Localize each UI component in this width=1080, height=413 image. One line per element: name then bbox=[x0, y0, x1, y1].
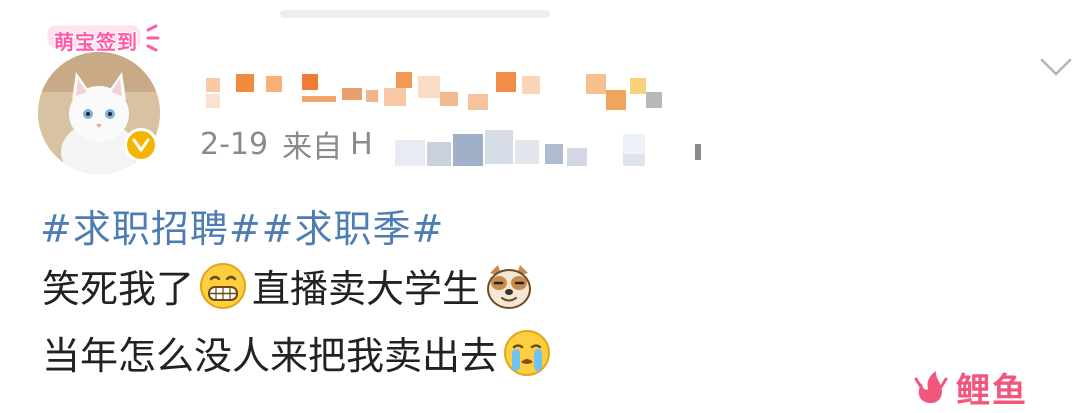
badge-text: 萌宝签到 bbox=[54, 30, 138, 54]
mosaic-redaction bbox=[395, 130, 701, 166]
post-text: 当年怎么没人来把我卖出去 bbox=[42, 334, 499, 378]
watermark: 鲤鱼 bbox=[910, 365, 1028, 411]
doge-emoji-icon bbox=[484, 261, 534, 311]
post-date: 2-19 bbox=[200, 126, 269, 162]
username-blurred[interactable] bbox=[206, 70, 666, 116]
more-menu-button[interactable] bbox=[1040, 56, 1072, 78]
post-source-label: 来自 bbox=[282, 130, 343, 165]
post-text-line-1: 笑死我了 直播卖大学生 bbox=[42, 258, 538, 313]
device-name-blurred bbox=[395, 130, 715, 170]
post-text: 笑死我了 bbox=[42, 267, 195, 311]
post-meta: 2-19 来自 H bbox=[200, 124, 373, 166]
mosaic-redaction bbox=[206, 72, 662, 110]
top-divider bbox=[280, 10, 550, 18]
fire-logo-icon bbox=[914, 371, 948, 403]
verified-badge bbox=[124, 128, 158, 162]
post-text-line-2: 当年怎么没人来把我卖出去 bbox=[42, 325, 556, 380]
post-text: 直播卖大学生 bbox=[252, 267, 481, 311]
grin-emoji-icon bbox=[198, 261, 248, 311]
crying-emoji-icon bbox=[502, 328, 552, 378]
post-hashtags[interactable]: #求职招聘##求职季# bbox=[40, 198, 444, 253]
signin-badge: 萌宝签到 bbox=[44, 20, 162, 54]
chevron-down-icon bbox=[1040, 58, 1072, 76]
watermark-text: 鲤鱼 bbox=[956, 370, 1028, 411]
weibo-post-card: 萌宝签到 2-19 来自 H #求职招聘##求职季# 笑死我了 直播卖大学生 当… bbox=[0, 0, 1080, 413]
device-prefix: H bbox=[350, 126, 373, 162]
verified-v-badge-icon bbox=[132, 138, 150, 152]
